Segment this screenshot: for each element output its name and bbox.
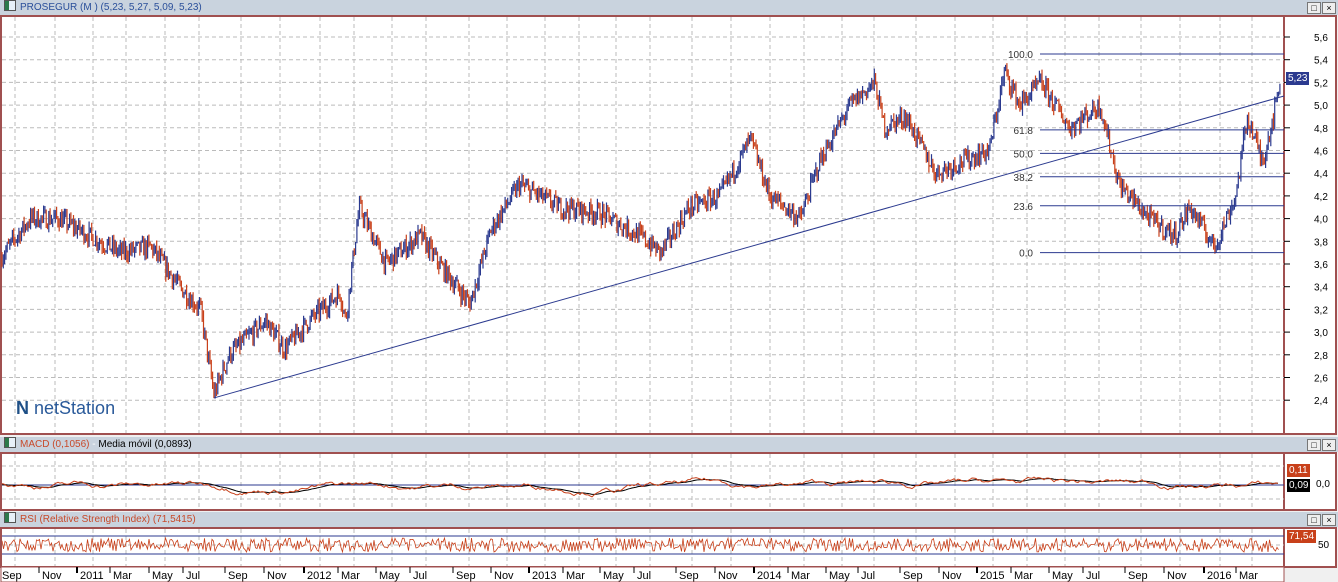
x-tick-label: Jul bbox=[186, 570, 200, 582]
x-tick-label: 2012 bbox=[307, 570, 331, 582]
x-tick-label: Mar bbox=[341, 570, 360, 582]
x-tick-label: Jul bbox=[413, 570, 427, 582]
x-tick-label: 2016 bbox=[1207, 570, 1231, 582]
x-tick-label: Jul bbox=[1086, 570, 1100, 582]
macd-ma-title: Media móvil (0,0893) bbox=[98, 439, 192, 450]
y-tick-label: 3,6 bbox=[1314, 260, 1328, 271]
rsi-y-tick: 50 bbox=[1318, 540, 1330, 551]
x-tick-label: Sep bbox=[2, 570, 22, 582]
y-tick-label: 4,4 bbox=[1314, 169, 1328, 180]
x-tick-label: Sep bbox=[456, 570, 476, 582]
macd-y-tick: 0,0 bbox=[1316, 479, 1330, 490]
x-tick-label: 2014 bbox=[757, 570, 781, 582]
rsi-title: RSI (Relative Strength Index) (71,5415) bbox=[20, 514, 196, 525]
panel-icon bbox=[4, 437, 16, 448]
x-tick-label: Nov bbox=[42, 570, 62, 582]
y-tick-label: 2,4 bbox=[1314, 396, 1328, 407]
y-tick-label: 3,2 bbox=[1314, 305, 1328, 316]
y-tick-label: 5,2 bbox=[1314, 78, 1328, 89]
x-tick-label: May bbox=[603, 570, 624, 582]
price-panel-header: PROSEGUR (M ) (5,23, 5,27, 5,09, 5,23) □… bbox=[0, 0, 1338, 15]
x-tick-label: Mar bbox=[1014, 570, 1033, 582]
x-tick-label: Sep bbox=[228, 570, 248, 582]
y-tick-label: 5,6 bbox=[1314, 33, 1328, 44]
x-tick-label: Jul bbox=[637, 570, 651, 582]
x-tick-label: Nov bbox=[718, 570, 738, 582]
y-tick-label: 3,0 bbox=[1314, 328, 1328, 339]
x-tick-label: Mar bbox=[566, 570, 585, 582]
x-tick-label: Mar bbox=[791, 570, 810, 582]
y-tick-label: 2,6 bbox=[1314, 374, 1328, 385]
close-button[interactable]: × bbox=[1322, 514, 1336, 526]
x-tick-label: Sep bbox=[1128, 570, 1148, 582]
macd-tag: 0,11 bbox=[1287, 464, 1310, 477]
x-tick-label: Nov bbox=[942, 570, 962, 582]
maximize-button[interactable]: □ bbox=[1307, 2, 1321, 14]
fibonacci-label: 61.8 bbox=[1014, 126, 1034, 137]
y-tick-label: 4,8 bbox=[1314, 124, 1328, 135]
last-price-tag: 5,23 bbox=[1286, 72, 1310, 85]
x-tick-label: Sep bbox=[903, 570, 923, 582]
x-tick-label: Nov bbox=[267, 570, 287, 582]
rsi-tag: 71,54 bbox=[1287, 530, 1317, 543]
y-tick-label: 4,2 bbox=[1314, 192, 1328, 203]
y-tick-label: 3,4 bbox=[1314, 283, 1328, 294]
x-tick-label: Nov bbox=[1167, 570, 1187, 582]
price-chart[interactable]: 5,6 5,4 5,2 5,0 4,8 4,6 4,4 4,2 4,0 3,8 3,6 3,4 3,2 3… bbox=[0, 15, 1338, 435]
x-tick-label: May bbox=[1052, 570, 1073, 582]
netstation-logo-icon: N bbox=[16, 398, 29, 418]
y-tick-label: 2,8 bbox=[1314, 351, 1328, 362]
watermark-text: netStation bbox=[34, 398, 116, 418]
close-button[interactable]: × bbox=[1322, 439, 1336, 451]
macd-panel-header: MACD (0,1056) - Media móvil (0,0893) □ × bbox=[0, 437, 1338, 452]
x-tick-label: Mar bbox=[1239, 570, 1258, 582]
close-button[interactable]: × bbox=[1322, 2, 1336, 14]
y-tick-label: 3,8 bbox=[1314, 237, 1328, 248]
plot-area bbox=[0, 15, 1285, 435]
x-tick-label: May bbox=[379, 570, 400, 582]
plot-area bbox=[0, 527, 1285, 568]
fibonacci-label: 23.6 bbox=[1014, 202, 1034, 213]
x-tick-label: May bbox=[829, 570, 850, 582]
x-tick-label: May bbox=[152, 570, 173, 582]
price-title: PROSEGUR (M ) (5,23, 5,27, 5,09, 5,23) bbox=[20, 2, 202, 13]
panel-icon bbox=[4, 0, 16, 11]
rsi-panel-header: RSI (Relative Strength Index) (71,5415) … bbox=[0, 512, 1338, 527]
fibonacci-label: 38.2 bbox=[1014, 173, 1034, 184]
y-tick-label: 5,0 bbox=[1314, 101, 1328, 112]
x-tick-label: Nov bbox=[494, 570, 514, 582]
macd-chart[interactable] bbox=[0, 452, 1338, 511]
x-tick-label: 2015 bbox=[980, 570, 1004, 582]
signal-tag: 0,09 bbox=[1287, 479, 1311, 492]
y-tick-label: 5,4 bbox=[1314, 56, 1328, 67]
fibonacci-label: 0.0 bbox=[1019, 249, 1033, 260]
maximize-button[interactable]: □ bbox=[1307, 514, 1321, 526]
x-tick-label: Mar bbox=[113, 570, 132, 582]
macd-title: MACD (0,1056) bbox=[20, 439, 90, 450]
date-axis: Sep Nov 2011 Mar May Jul Sep Nov 2012 Mar May Jul Se… bbox=[0, 567, 1285, 582]
maximize-button[interactable]: □ bbox=[1307, 439, 1321, 451]
panel-icon bbox=[4, 512, 16, 523]
x-tick-label: Sep bbox=[679, 570, 699, 582]
rsi-chart[interactable] bbox=[0, 527, 1338, 568]
y-tick-label: 4,6 bbox=[1314, 147, 1328, 158]
watermark: N netStation bbox=[16, 398, 115, 419]
fibonacci-label: 100.0 bbox=[1008, 50, 1033, 61]
y-tick-label: 4,0 bbox=[1314, 215, 1328, 226]
x-tick-label: 2011 bbox=[80, 570, 104, 582]
x-tick-label: Jul bbox=[861, 570, 875, 582]
fibonacci-label: 50.0 bbox=[1014, 149, 1034, 160]
x-tick-label: 2013 bbox=[532, 570, 556, 582]
